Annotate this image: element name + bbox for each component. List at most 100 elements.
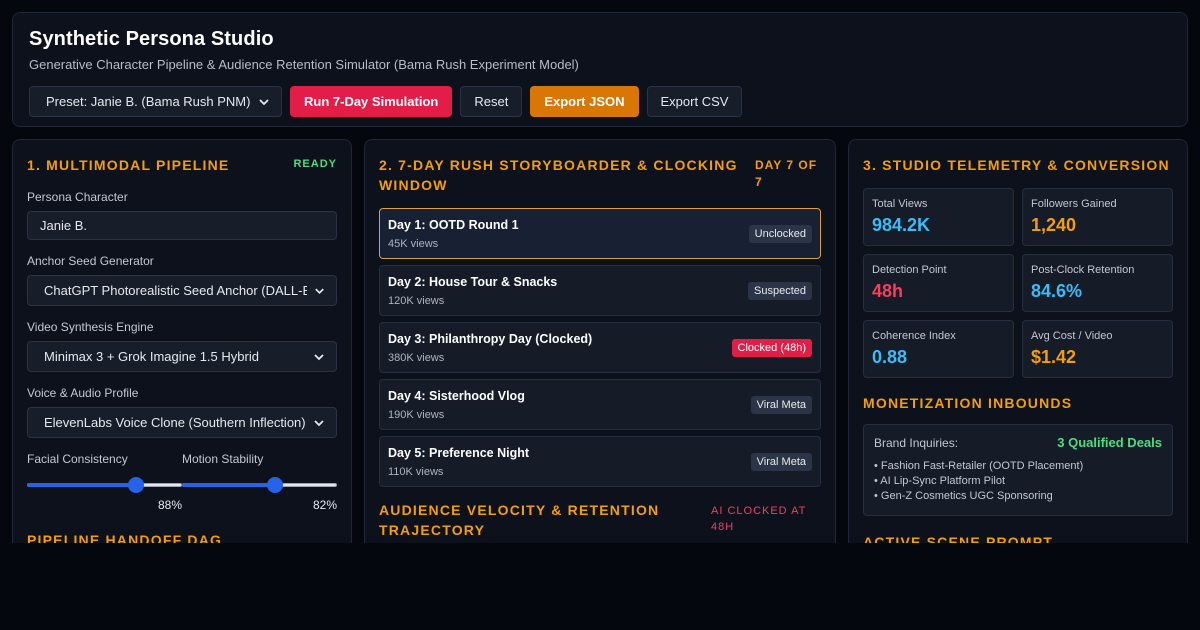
pipeline-panel: 1. MULTIMODAL PIPELINE READY Persona Cha… xyxy=(12,139,352,543)
day-views: 110K views xyxy=(388,465,444,478)
metric-retention: Post-Clock Retention 84.6% xyxy=(1022,254,1173,312)
day-name: Day 4: Sisterhood Vlog xyxy=(388,388,525,403)
metric-label: Coherence Index xyxy=(872,330,956,342)
handoff-dag-title: PIPELINE HANDOFF DAG xyxy=(27,532,223,543)
slider-handle[interactable] xyxy=(267,477,283,493)
facial-value: 88% xyxy=(157,498,182,512)
metric-detection-point: Detection Point 48h xyxy=(863,254,1014,312)
day-name: Day 1: OOTD Round 1 xyxy=(388,217,519,232)
status-badge: Viral Meta xyxy=(750,395,812,414)
app-title: Synthetic Persona Studio xyxy=(29,28,274,50)
app-viewport: Synthetic Persona Studio Generative Char… xyxy=(0,0,1200,543)
inquiry-list: • Fashion Fast-Retailer (OOTD Placement)… xyxy=(874,459,1162,504)
brand-inquiries-label: Brand Inquiries: xyxy=(874,435,959,450)
slider-handle[interactable] xyxy=(127,477,144,493)
day-views: 380K views xyxy=(388,351,445,364)
trajectory-title: AUDIENCE VELOCITY & RETENTION TRAJECTORY xyxy=(379,502,660,538)
metric-value: 48h xyxy=(872,281,904,301)
slider-fill xyxy=(182,483,275,487)
scene-prompt-title: ACTIVE SCENE PROMPT xyxy=(863,534,1054,543)
day-card-2[interactable]: Day 2: House Tour & Snacks 120K views Sus… xyxy=(379,265,821,316)
slider-fill xyxy=(27,483,136,487)
metric-total-views: Total Views 984.2K xyxy=(863,188,1014,246)
chevron-down-icon xyxy=(314,353,324,360)
metric-value: 0.88 xyxy=(872,347,908,367)
day-views: 120K views xyxy=(388,294,445,307)
voice-select[interactable]: ElevenLabs Voice Clone (Southern Inflect… xyxy=(27,407,337,438)
motion-slider-group: Motion Stability 82% xyxy=(182,452,337,512)
toolbar: Preset: Janie B. (Bama Rush PNM) Run 7-D… xyxy=(29,86,1171,117)
chevron-down-icon xyxy=(259,98,269,105)
metric-value: 1,240 xyxy=(1031,215,1077,235)
status-badge: Clocked (48h) xyxy=(731,338,812,357)
day-card-4[interactable]: Day 4: Sisterhood Vlog 190K views Viral M… xyxy=(379,379,821,430)
day-views: 190K views xyxy=(388,408,445,421)
storyboard-title: 2. 7-DAY RUSH STORYBOARDER & CLOCKING WI… xyxy=(379,157,738,193)
metric-label: Post-Clock Retention xyxy=(1031,264,1135,276)
pipeline-status-badge: READY xyxy=(293,158,337,170)
list-item: • Fashion Fast-Retailer (OOTD Placement) xyxy=(874,460,1084,472)
chevron-down-icon xyxy=(315,288,324,294)
list-item: • AI Lip-Sync Platform Pilot xyxy=(874,475,1006,487)
motion-label: Motion Stability xyxy=(182,452,264,466)
clocked-badge: AI CLOCKED AT 48H xyxy=(711,505,807,533)
metric-label: Avg Cost / Video xyxy=(1031,330,1113,342)
facial-slider[interactable] xyxy=(27,477,182,493)
metrics-grid: Total Views 984.2K Followers Gained 1,24… xyxy=(863,188,1173,378)
trajectory-header: AUDIENCE VELOCITY & RETENTION TRAJECTORY… xyxy=(379,500,821,540)
app-header: Synthetic Persona Studio Generative Char… xyxy=(12,12,1188,127)
voice-label: Voice & Audio Profile xyxy=(27,386,139,400)
motion-slider[interactable] xyxy=(182,477,337,493)
day-views: 45K views xyxy=(388,237,439,250)
status-badge: Unclocked xyxy=(748,224,812,243)
day-name: Day 5: Preference Night xyxy=(388,445,530,460)
motion-value: 82% xyxy=(312,498,337,512)
telemetry-panel: 3. STUDIO TELEMETRY & CONVERSION Total V… xyxy=(848,139,1188,543)
day-list: Day 1: OOTD Round 1 45K views Unclocked D… xyxy=(379,208,821,487)
anchor-select-value: ChatGPT Photorealistic Seed Anchor (DALL… xyxy=(44,283,307,298)
preset-select-value: Preset: Janie B. (Bama Rush PNM) xyxy=(46,94,251,109)
status-badge: Suspected xyxy=(748,281,812,300)
facial-label: Facial Consistency xyxy=(27,452,128,466)
video-select[interactable]: Minimax 3 + Grok Imagine 1.5 Hybrid xyxy=(27,341,337,372)
facial-slider-group: Facial Consistency 88% xyxy=(27,452,182,512)
persona-label: Persona Character xyxy=(27,190,128,204)
run-simulation-button[interactable]: Run 7-Day Simulation xyxy=(290,86,453,117)
status-badge: Viral Meta xyxy=(750,452,812,471)
quality-sliders: Facial Consistency 88% Motion Stability … xyxy=(27,452,337,512)
export-json-button[interactable]: Export JSON xyxy=(530,86,639,117)
export-csv-button[interactable]: Export CSV xyxy=(646,86,743,117)
telemetry-title: 3. STUDIO TELEMETRY & CONVERSION xyxy=(863,157,1170,173)
video-select-value: Minimax 3 + Grok Imagine 1.5 Hybrid xyxy=(44,349,259,364)
list-item: • Gen-Z Cosmetics UGC Sponsoring xyxy=(874,490,1053,502)
metric-avg-cost: Avg Cost / Video $1.42 xyxy=(1022,320,1173,378)
anchor-label: Anchor Seed Generator xyxy=(27,254,154,268)
metric-value: $1.42 xyxy=(1031,347,1077,367)
day-progress-badge: DAY 7 OF 7 xyxy=(755,158,818,189)
day-name: Day 3: Philanthropy Day (Clocked) xyxy=(388,331,593,346)
storyboard-panel: 2. 7-DAY RUSH STORYBOARDER & CLOCKING WI… xyxy=(364,139,836,543)
metric-label: Followers Gained xyxy=(1031,198,1117,210)
day-card-1[interactable]: Day 1: OOTD Round 1 45K views Unclocked xyxy=(379,208,821,259)
metric-label: Total Views xyxy=(872,198,928,210)
persona-input[interactable]: Janie B. xyxy=(27,211,337,240)
day-card-3[interactable]: Day 3: Philanthropy Day (Clocked) 380K vi… xyxy=(379,322,821,373)
voice-select-value: ElevenLabs Voice Clone (Southern Inflect… xyxy=(44,415,306,430)
chevron-down-icon xyxy=(314,419,324,426)
app-subtitle: Generative Character Pipeline & Audience… xyxy=(29,57,579,72)
reset-button[interactable]: Reset xyxy=(460,86,523,117)
day-card-5[interactable]: Day 5: Preference Night 110K views Viral … xyxy=(379,436,821,487)
qualified-deals-count: 3 Qualified Deals xyxy=(1057,435,1162,450)
monetization-box: Brand Inquiries: 3 Qualified Deals • Fas… xyxy=(863,424,1173,516)
video-label: Video Synthesis Engine xyxy=(27,320,154,334)
preset-select[interactable]: Preset: Janie B. (Bama Rush PNM) xyxy=(29,86,282,117)
metric-value: 84.6% xyxy=(1031,281,1083,301)
metric-label: Detection Point xyxy=(872,264,947,276)
pipeline-title: 1. MULTIMODAL PIPELINE xyxy=(27,157,230,173)
metric-followers: Followers Gained 1,240 xyxy=(1022,188,1173,246)
day-name: Day 2: House Tour & Snacks xyxy=(388,274,558,289)
monetization-title: MONETIZATION INBOUNDS xyxy=(863,395,1073,411)
metric-value: 984.2K xyxy=(872,215,931,235)
metric-coherence: Coherence Index 0.88 xyxy=(863,320,1014,378)
anchor-select[interactable]: ChatGPT Photorealistic Seed Anchor (DALL… xyxy=(27,275,337,306)
